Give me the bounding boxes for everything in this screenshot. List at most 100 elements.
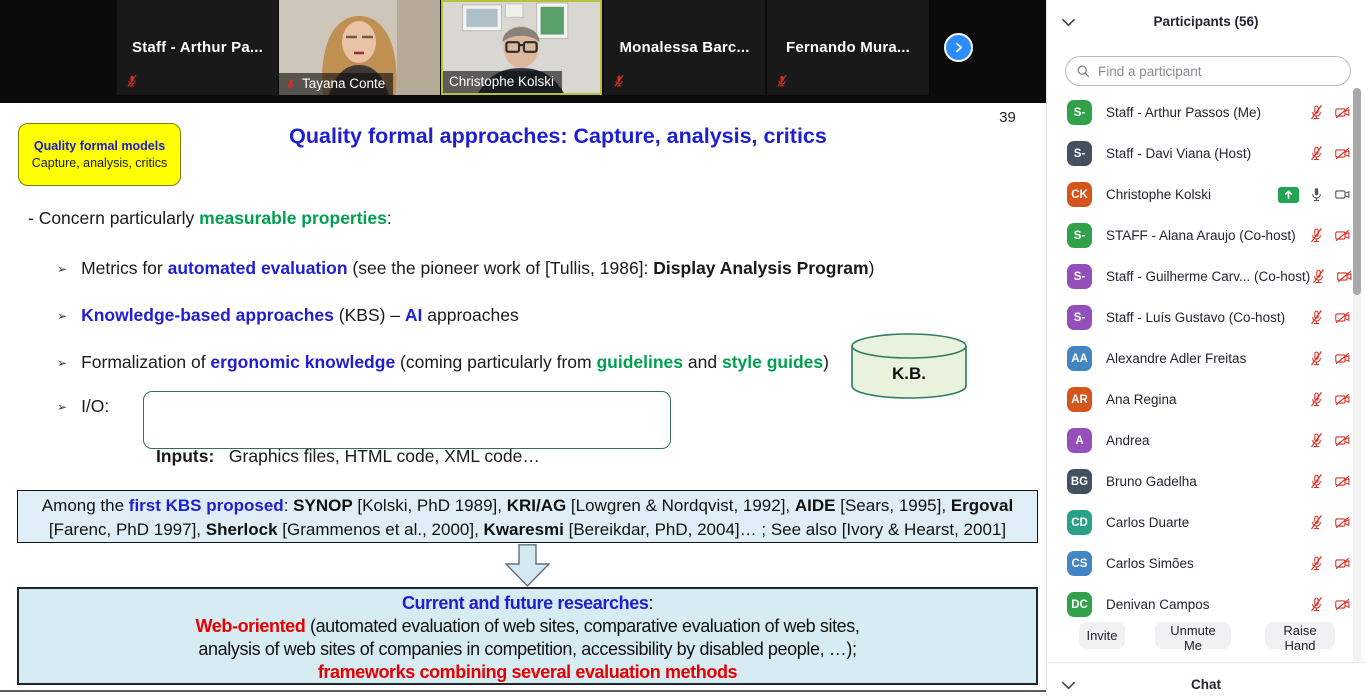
chat-title: Chat [1047, 677, 1365, 692]
next-videos-button[interactable] [944, 33, 973, 62]
video-name-label: Christophe Kolski [443, 71, 562, 93]
camera-off-icon [1334, 104, 1351, 121]
participant-row[interactable]: AR Ana Regina [1047, 379, 1365, 420]
screen-share-icon [1278, 187, 1299, 203]
future-line-4: frameworks combining several evaluation … [19, 661, 1036, 684]
video-name-label: Tayana Conte [279, 73, 393, 95]
search-input[interactable] [1096, 63, 1340, 80]
camera-off-icon [1334, 473, 1351, 490]
future-research-box: Current and future researches: Web-orien… [17, 587, 1038, 685]
slide-bullet-io: ➢I/O: [57, 396, 109, 417]
avatar: CD [1067, 510, 1092, 535]
participant-row[interactable]: S- STAFF - Alana Araujo (Co-host) [1047, 215, 1365, 256]
mic-off-icon [1308, 473, 1325, 490]
participant-row[interactable]: DC Denivan Campos [1047, 584, 1365, 625]
camera-off-icon [1334, 596, 1351, 613]
avatar: S- [1067, 141, 1092, 166]
avatar: S- [1067, 305, 1092, 330]
participant-row[interactable]: BG Bruno Gadelha [1047, 461, 1365, 502]
mic-off-icon [1308, 104, 1325, 121]
participant-row[interactable]: S- Staff - Davi Viana (Host) [1047, 133, 1365, 174]
participants-panel: Participants (56) S- Staff - Arthur Pass… [1046, 0, 1365, 696]
mic-off-icon [1308, 227, 1325, 244]
avatar: S- [1067, 100, 1092, 125]
slide-page-number: 39 [985, 109, 1030, 126]
camera-off-icon [1334, 145, 1351, 162]
avatar: S- [1067, 264, 1092, 289]
camera-on-icon [1334, 186, 1351, 203]
participant-row[interactable]: S- Staff - Arthur Passos (Me) [1047, 92, 1365, 133]
mic-off-icon [1308, 432, 1325, 449]
avatar: A [1067, 428, 1092, 453]
camera-off-icon [1334, 514, 1351, 531]
mic-off-icon [775, 74, 789, 88]
participant-row[interactable]: S- Staff - Luís Gustavo (Co-host) [1047, 297, 1365, 338]
camera-off-icon [1334, 432, 1351, 449]
participant-row[interactable]: A Andrea [1047, 420, 1365, 461]
participant-row[interactable]: AA Alexandre Adler Freitas [1047, 338, 1365, 379]
search-icon [1076, 64, 1090, 78]
chevron-right-icon [952, 41, 965, 54]
knowledge-base-cylinder: K.B. [846, 332, 972, 400]
invite-button[interactable]: Invite [1079, 622, 1125, 649]
camera-off-icon [1334, 227, 1351, 244]
arrow-bullet-icon: ➢ [57, 400, 67, 414]
avatar: CS [1067, 551, 1092, 576]
slide-bullet-metrics: ➢Metrics for automated evaluation (see t… [57, 258, 874, 279]
chat-header: Chat [1047, 671, 1365, 696]
future-line-2: Web-oriented (automated evaluation of we… [19, 615, 1036, 638]
io-inputs-line: Inputs: Graphics files, HTML code, XML c… [156, 444, 670, 468]
participant-row[interactable]: CD Carlos Duarte [1047, 502, 1365, 543]
participant-row[interactable]: CS Carlos Simões [1047, 543, 1365, 584]
unmute-me-button[interactable]: Unmute Me [1155, 622, 1231, 649]
mic-off-icon [1308, 145, 1325, 162]
tile-name: Fernando Mura... [786, 39, 910, 56]
avatar: BG [1067, 469, 1092, 494]
mic-off-icon [285, 78, 297, 90]
mic-off-icon [1310, 268, 1327, 285]
camera-off-icon [1334, 391, 1351, 408]
mic-on-icon [1308, 186, 1325, 203]
video-tile-arthur[interactable]: Staff - Arthur Pa... [117, 0, 278, 95]
participant-row-sharing[interactable]: CK Christophe Kolski [1047, 174, 1365, 215]
participants-title: Participants (56) [1047, 14, 1365, 29]
camera-off-icon [1334, 350, 1351, 367]
tile-name: Monalessa Barc... [619, 39, 749, 56]
participant-list: S- Staff - Arthur Passos (Me) S- Staff -… [1047, 92, 1365, 625]
raise-hand-button[interactable]: Raise Hand [1265, 622, 1335, 649]
mic-off-icon [1308, 309, 1325, 326]
avatar: AA [1067, 346, 1092, 371]
video-tile-monalessa[interactable]: Monalessa Barc... [604, 0, 765, 95]
mic-off-icon [125, 74, 139, 88]
scrollbar-thumb[interactable] [1353, 88, 1361, 295]
kbs-history-box: Among the first KBS proposed: SYNOP [Kol… [17, 490, 1038, 543]
mic-off-icon [1308, 514, 1325, 531]
video-strip: Staff - Arthur Pa... [0, 0, 1046, 103]
video-tile-fernando[interactable]: Fernando Mura... [767, 0, 929, 95]
avatar: DC [1067, 592, 1092, 617]
down-arrow-shape [505, 544, 550, 587]
participant-search[interactable] [1065, 56, 1351, 86]
avatar: S- [1067, 223, 1092, 248]
camera-off-icon [1336, 268, 1353, 285]
mic-off-icon [1308, 350, 1325, 367]
video-tile-tayana[interactable]: Tayana Conte [279, 0, 440, 95]
participants-header: Participants (56) [1047, 10, 1365, 38]
arrow-bullet-icon: ➢ [57, 262, 67, 276]
future-line-3: analysis of web sites of companies in co… [19, 638, 1036, 661]
zoom-meeting-window: Staff - Arthur Pa... [0, 0, 1365, 696]
slide-bullet-formalization: ➢Formalization of ergonomic knowledge (c… [57, 352, 829, 373]
io-box: Inputs: Graphics files, HTML code, XML c… [143, 391, 671, 449]
participant-row[interactable]: S- Staff - Guilherme Carv... (Co-host) [1047, 256, 1365, 297]
mic-off-icon [1308, 596, 1325, 613]
slide-intro-line: - Concern particularly measurable proper… [28, 208, 392, 229]
slide-bottom-edge [0, 690, 1046, 692]
avatar: AR [1067, 387, 1092, 412]
slide-title: Quality formal approaches: Capture, anal… [140, 124, 976, 149]
mic-off-icon [612, 74, 626, 88]
mic-off-icon [1308, 555, 1325, 572]
arrow-bullet-icon: ➢ [57, 356, 67, 370]
camera-off-icon [1334, 555, 1351, 572]
video-tile-christophe[interactable]: Christophe Kolski [441, 0, 602, 95]
slide-bullet-kbs: ➢Knowledge-based approaches (KBS) – AI a… [57, 305, 519, 326]
